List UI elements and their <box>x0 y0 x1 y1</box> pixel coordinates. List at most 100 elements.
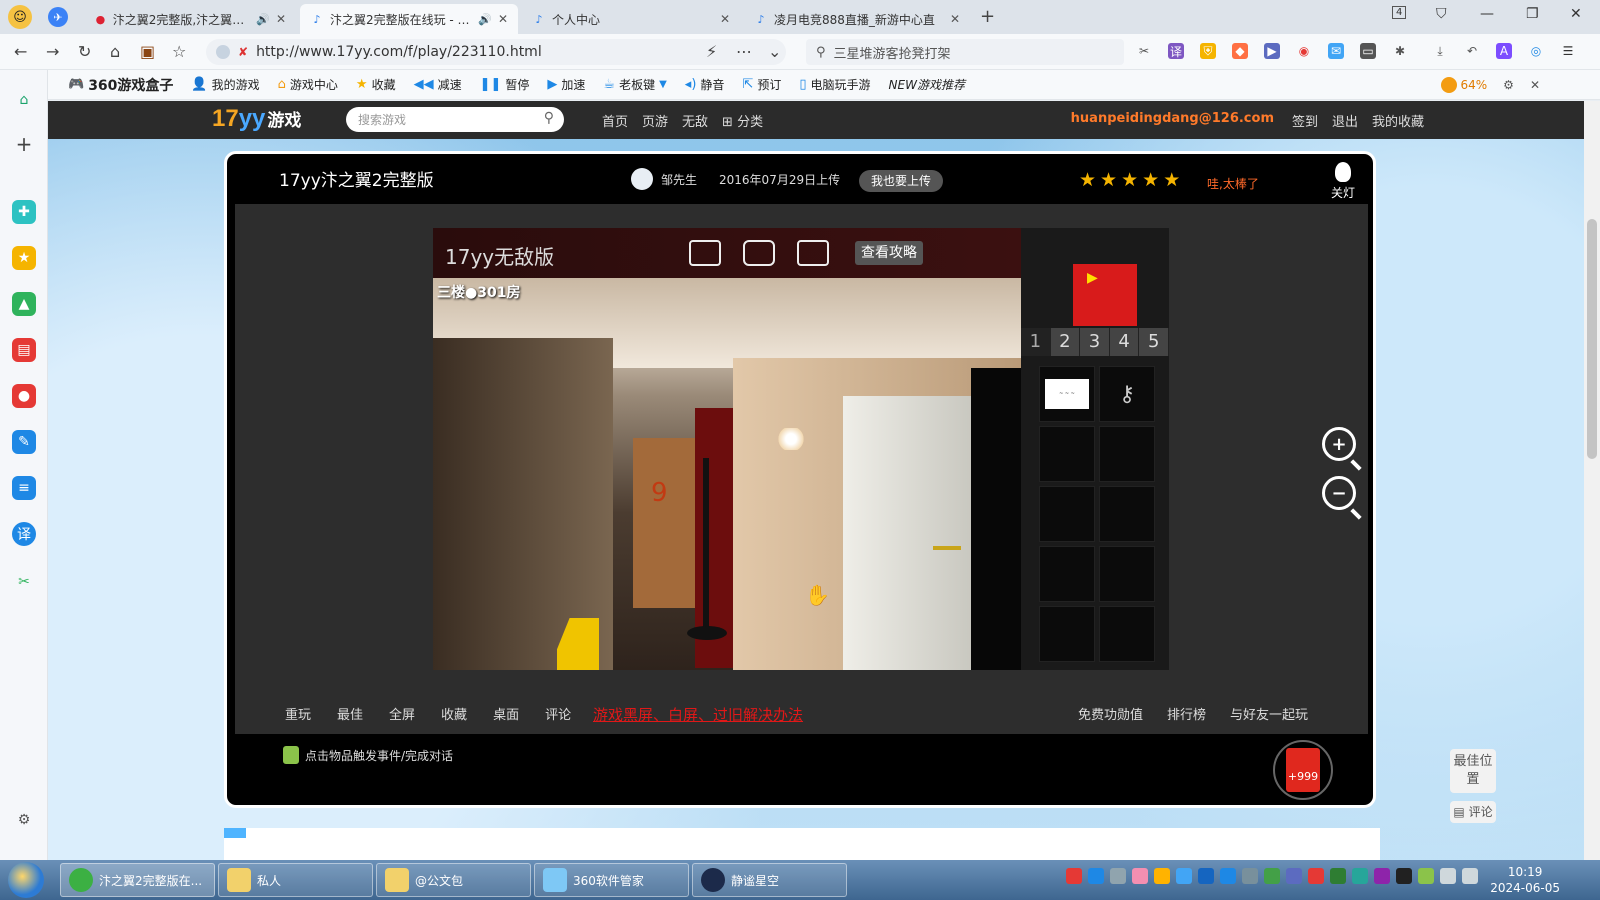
star-icon[interactable]: ★ <box>1079 169 1096 191</box>
toolbox-icon[interactable]: ▣ <box>140 42 155 61</box>
desktop-link[interactable]: 桌面 <box>493 704 519 723</box>
translate-ext-icon[interactable]: 译 <box>1168 43 1184 59</box>
tv-icon[interactable]: ▭ <box>1360 43 1376 59</box>
inventory-slot[interactable] <box>1099 486 1155 542</box>
site-logo[interactable]: 17yy 游戏 <box>212 105 301 133</box>
network-icon[interactable] <box>1440 868 1456 884</box>
tray-icon[interactable] <box>1110 868 1126 884</box>
floor-tab-1[interactable]: 1 <box>1021 328 1051 356</box>
sidebar-home-icon[interactable]: ⌂ <box>12 88 36 112</box>
play-with-friends-link[interactable]: 与好友一起玩 <box>1230 704 1308 723</box>
comment-side-button[interactable]: ▤ 评论 <box>1450 801 1496 823</box>
bookmark-pause[interactable]: ❚❚ 暂停 <box>480 76 530 93</box>
pinned-tab-icon[interactable]: ✈ <box>48 7 68 27</box>
task-software-manager[interactable]: 360软件管家 <box>534 863 689 897</box>
task-browser[interactable]: 汴之翼2完整版在... <box>60 863 215 897</box>
upload-button[interactable]: 我也要上传 <box>859 170 944 192</box>
scrollbar-thumb[interactable] <box>1587 219 1597 459</box>
bookmark-game-box[interactable]: 🎮 360游戏盒子 <box>68 75 173 95</box>
menu-icon[interactable]: ☰ <box>1560 43 1576 59</box>
game-ext-icon[interactable]: ◆ <box>1232 43 1248 59</box>
bookmark-speed-up[interactable]: ▶ 加速 <box>547 76 585 93</box>
floor-tab-4[interactable]: 4 <box>1109 328 1140 356</box>
tray-icon[interactable] <box>1352 868 1368 884</box>
site-info-icon[interactable] <box>216 45 230 59</box>
tray-icon[interactable] <box>1374 868 1390 884</box>
browser-logo-icon[interactable]: ◎ <box>1528 43 1544 59</box>
close-icon[interactable]: ✕ <box>1530 78 1540 92</box>
tab-2[interactable]: ♪ 汴之翼2完整版在线玩 - 17 🔊 ✕ <box>300 4 518 34</box>
game-canvas[interactable]: 17yy无敌版 查看攻略 9 ✋ 三楼●301房 ▶ 1 2 3 4 5 ~ ~… <box>433 228 1169 670</box>
floor-tab-3[interactable]: 3 <box>1080 328 1110 356</box>
video-ext-icon[interactable]: ▶ <box>1264 43 1280 59</box>
gear-icon[interactable]: ⚙ <box>1503 78 1514 92</box>
inventory-slot[interactable] <box>1039 546 1095 602</box>
puzzle-icon[interactable]: ✱ <box>1392 43 1408 59</box>
tab-count-badge[interactable]: 4 <box>1392 6 1407 19</box>
message-icon[interactable] <box>797 240 829 266</box>
tray-icon[interactable] <box>1242 868 1258 884</box>
lightning-icon[interactable]: ⚡ <box>706 42 717 61</box>
search-icon[interactable]: ⚲ <box>544 110 554 126</box>
tray-icon[interactable] <box>1330 868 1346 884</box>
download-icon[interactable]: ⤓ <box>1432 43 1448 59</box>
help-icon[interactable] <box>1088 868 1104 884</box>
close-tab-icon[interactable]: ✕ <box>950 12 960 26</box>
task-private-folder[interactable]: 私人 <box>218 863 373 897</box>
shield-icon[interactable]: ⛨ <box>1200 43 1216 59</box>
weibo-icon[interactable]: ◉ <box>1296 43 1312 59</box>
sidebar-pdf-ai-icon[interactable]: ▤ <box>12 338 36 362</box>
tray-icon[interactable] <box>1220 868 1236 884</box>
close-tab-icon[interactable]: ✕ <box>276 12 286 26</box>
checkin-link[interactable]: 签到 <box>1292 111 1318 130</box>
close-tab-icon[interactable]: ✕ <box>720 12 730 26</box>
image-icon[interactable] <box>689 240 721 266</box>
floor-tab-2[interactable]: 2 <box>1050 328 1081 356</box>
more-icon[interactable]: ⋯ <box>736 42 752 61</box>
scrollbar[interactable] <box>1584 101 1600 860</box>
tray-icon[interactable] <box>1176 868 1192 884</box>
bookmark-game-center[interactable]: ⌂ 游戏中心 <box>278 76 338 93</box>
task-briefcase-folder[interactable]: @公文包 <box>376 863 531 897</box>
tab-3[interactable]: ♪ 个人中心 ✕ <box>522 4 740 34</box>
tray-icon[interactable] <box>1198 868 1214 884</box>
site-search-input[interactable]: 搜索游戏 ⚲ <box>346 107 564 132</box>
tray-icon[interactable] <box>1308 868 1324 884</box>
bookmark-my-games[interactable]: 👤 我的游戏 <box>191 76 259 93</box>
bookmark-boss-key[interactable]: ☕ 老板键 ▼ <box>603 76 666 93</box>
task-starry-sky[interactable]: 静谧星空 <box>692 863 847 897</box>
browser-search-input[interactable]: ⚲ 三星堆游客抢凳打架 <box>806 39 1124 65</box>
minimize-button[interactable]: — <box>1480 6 1494 22</box>
ai-icon[interactable]: A <box>1496 43 1512 59</box>
rating-stars[interactable]: ★ ★ ★ ★ ★ <box>1079 169 1180 191</box>
tab-1[interactable]: ● 汴之翼2完整版,汴之翼2完整 🔊 ✕ <box>84 4 296 34</box>
sidebar-settings-icon[interactable]: ⚙ <box>12 808 36 832</box>
inventory-slot[interactable] <box>1099 546 1155 602</box>
inventory-slot[interactable] <box>1039 606 1095 662</box>
floor-map[interactable]: ▶ <box>1073 264 1137 326</box>
speaker-icon[interactable]: 🔊 <box>478 13 492 26</box>
nav-category[interactable]: ⊞ 分类 <box>722 111 763 130</box>
forward-icon[interactable]: → <box>46 42 59 61</box>
profile-avatar-icon[interactable]: ☺ <box>8 5 32 29</box>
favorites-icon[interactable]: ☆ <box>172 42 186 61</box>
comment-link[interactable]: 评论 <box>545 704 571 723</box>
start-button[interactable] <box>8 862 44 898</box>
home-icon[interactable]: ⌂ <box>110 42 120 61</box>
strategy-button[interactable]: 查看攻略 <box>855 241 923 265</box>
black-screen-fix-link[interactable]: 游戏黑屏、白屏、过旧解决办法 <box>593 704 803 725</box>
mail-icon[interactable]: ✉ <box>1328 43 1344 59</box>
bookmark-slow-down[interactable]: ◀◀ 减速 <box>414 76 462 93</box>
my-favorites-link[interactable]: 我的收藏 <box>1372 111 1424 130</box>
star-icon[interactable]: ★ <box>1100 169 1117 191</box>
zoom-in-icon[interactable]: + <box>1322 427 1356 461</box>
door-handle[interactable] <box>933 546 961 550</box>
avatar[interactable] <box>631 168 653 190</box>
close-window-button[interactable]: ✕ <box>1570 6 1582 22</box>
bookmark-pc-mobile[interactable]: ▯ 电脑玩手游 <box>799 76 870 93</box>
bookmark-favorites[interactable]: ★ 收藏 <box>356 76 396 93</box>
tray-icon[interactable] <box>1132 868 1148 884</box>
new-tab-button[interactable]: + <box>980 6 995 27</box>
bookmark-reserve[interactable]: ⇱ 预订 <box>742 76 781 93</box>
inventory-slot[interactable] <box>1099 426 1155 482</box>
